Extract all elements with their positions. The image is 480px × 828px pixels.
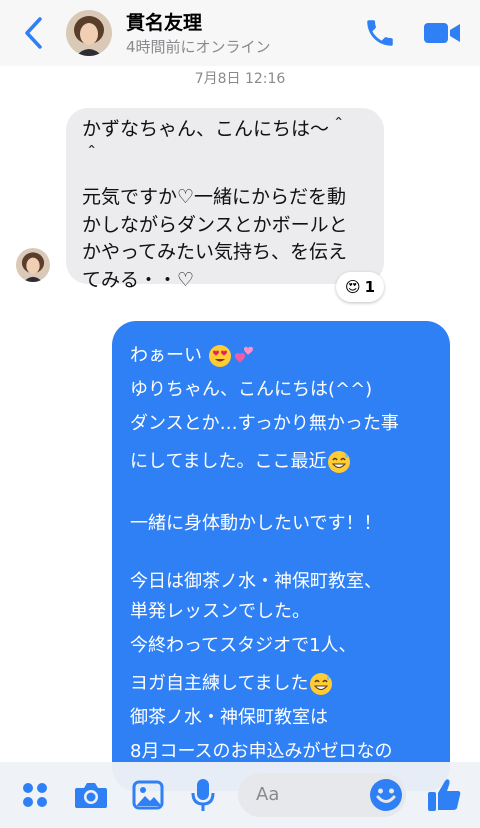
message-text: かしながらダンスとかボールと <box>82 213 348 236</box>
message-timestamp: 7月8日 12:16 <box>194 71 286 87</box>
message-input-placeholder: Aa <box>256 784 280 805</box>
message-text: ダンスとか…すっかり無かった事 <box>130 413 399 434</box>
message-text: 御茶ノ水・神保町教室は <box>130 707 328 728</box>
emoji-button[interactable] <box>366 774 406 816</box>
contact-name[interactable]: 貫名友理 <box>126 8 202 35</box>
grid-dots-icon <box>23 783 47 807</box>
phone-icon <box>367 20 393 46</box>
gallery-button[interactable] <box>130 776 166 814</box>
camera-button[interactable] <box>72 776 110 814</box>
message-text: ＾ <box>82 145 102 168</box>
image-icon <box>132 780 164 810</box>
video-camera-icon <box>424 23 460 43</box>
message-line: ヨガ自主練してました <box>130 665 434 703</box>
camera-icon <box>75 783 107 808</box>
message-text: ヨガ自主練してました <box>130 673 309 694</box>
microphone-icon <box>191 779 215 811</box>
message-line: わぁーい <box>130 337 434 375</box>
message-text: てみる・・♡ <box>82 268 195 291</box>
voice-record-button[interactable] <box>186 776 220 814</box>
message-text: 今日は御茶ノ水・神保町教室、 <box>130 571 382 592</box>
message-text: かやってみたい気持ち、を伝え <box>82 241 348 263</box>
sender-avatar[interactable] <box>16 248 50 282</box>
online-status: 4時間前にオンライン <box>126 38 271 56</box>
call-button[interactable] <box>362 16 398 50</box>
message-text: 一緒に身体動かしたいです！！ <box>130 513 382 534</box>
two-hearts-emoji-icon <box>234 346 253 363</box>
message-text: 今終わってスタジオで1人、 <box>130 635 357 656</box>
heart-eyes-emoji-icon <box>208 345 231 367</box>
thumbs-up-icon <box>428 779 461 811</box>
outgoing-message[interactable]: わぁーい ゆりちゃん、こんにちは(^^) ダンスとか…すっかり無かった事 にして… <box>112 321 450 791</box>
message-text: にしてました。ここ最近 <box>130 451 327 472</box>
grinning-sweat-emoji-icon <box>309 673 332 695</box>
grinning-sweat-emoji-icon <box>327 451 350 473</box>
video-call-button[interactable] <box>422 18 462 48</box>
emoji-icon <box>370 779 402 811</box>
heart-eyes-emoji-icon: 😍 <box>344 278 361 296</box>
message-text: かずなちゃん、こんにちは〜＾ <box>82 118 349 140</box>
more-actions-button[interactable] <box>18 776 52 814</box>
message-text: ゆりちゃん、こんにちは(^^) <box>130 379 373 400</box>
chat-header: 貫名友理 4時間前にオンライン <box>0 0 480 66</box>
incoming-message[interactable]: かずなちゃん、こんにちは〜＾ ＾ 元気ですか♡一緒にからだを動 かしながらダンス… <box>66 108 384 291</box>
reaction-count: 1 <box>364 278 376 296</box>
reaction-badge[interactable]: 😍 1 <box>336 272 384 302</box>
back-button[interactable] <box>20 16 48 50</box>
message-text: わぁーい <box>130 345 202 366</box>
message-line: にしてました。ここ最近 <box>130 443 434 481</box>
message-text: 元気ですか♡一緒にからだを動 <box>82 186 347 208</box>
like-button[interactable] <box>424 774 464 816</box>
avatar[interactable] <box>66 10 112 56</box>
chevron-left-icon <box>25 17 42 49</box>
message-text: 単発レッスンでした。 <box>130 601 310 622</box>
